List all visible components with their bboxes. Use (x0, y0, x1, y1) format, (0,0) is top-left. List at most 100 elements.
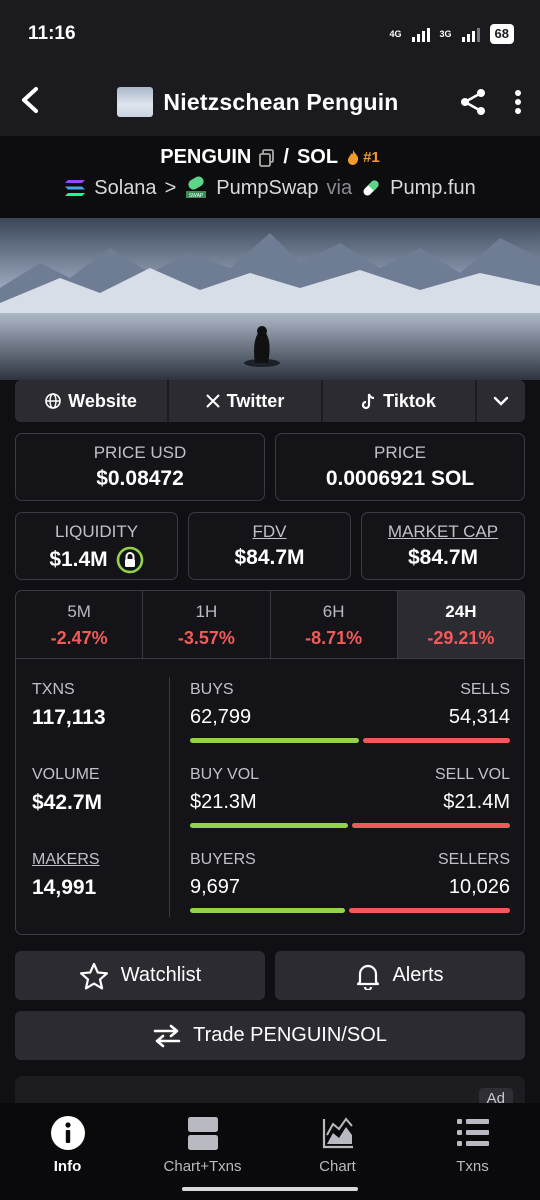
txns-label: TXNS (32, 681, 75, 698)
liquidity-value: $1.4M (49, 548, 108, 571)
area-chart-icon (322, 1117, 353, 1149)
more-options-icon[interactable] (514, 89, 522, 115)
sellers-label: SELLERS (437, 851, 510, 868)
status-bar: 11:16 4G 3G 68 (0, 0, 540, 68)
trade-button[interactable]: Trade PENGUIN/SOL (15, 1011, 525, 1060)
nav-label: Txns (456, 1158, 489, 1175)
app-header: Nietzschean Penguin (0, 68, 540, 136)
chevron-right-icon: > (164, 176, 177, 199)
trade-label: Trade PENGUIN/SOL (193, 1024, 387, 1046)
via-label: via (326, 176, 353, 199)
buyers-label: BUYERS (190, 851, 256, 868)
x-logo-icon (205, 394, 220, 408)
price-usd-card: PRICE USD $0.08472 (15, 433, 265, 501)
alerts-button[interactable]: Alerts (275, 951, 525, 1000)
sell-vol-label: SELL VOL (434, 766, 510, 783)
nav-txns[interactable]: Txns (405, 1103, 540, 1200)
tab-change: -8.71% (305, 628, 363, 648)
back-icon[interactable] (18, 86, 42, 114)
tab-label: 5M (67, 602, 91, 621)
price-native-value: 0.0006921 SOL (325, 467, 475, 490)
chain-link[interactable]: Solana (94, 177, 156, 200)
pumpswap-icon: SWAP (186, 176, 207, 199)
buy-share-fill (190, 823, 348, 828)
fdv-value: $84.7M (234, 546, 305, 569)
sell-share-fill (351, 823, 510, 828)
sell-vol-value: $21.4M (443, 791, 510, 813)
tab-label: 24H (445, 602, 477, 621)
more-links-button[interactable] (477, 380, 525, 422)
price-native-card: PRICE 0.0006921 SOL (275, 433, 525, 501)
watchlist-label: Watchlist (120, 964, 202, 986)
status-icons: 4G 3G 68 (390, 24, 514, 44)
txns-row: TXNS 117,113 BUYS SELLS 62,799 54,314 (16, 681, 524, 766)
launchpad-link[interactable]: Pump.fun (390, 177, 476, 200)
tab-6h[interactable]: 6H -8.71% (271, 591, 398, 658)
tab-5m[interactable]: 5M -2.47% (16, 591, 144, 658)
twitter-label: Twitter (226, 390, 285, 411)
sell-share-fill (349, 908, 510, 913)
svg-text:SWAP: SWAP (189, 193, 204, 199)
nav-label: Chart (319, 1158, 356, 1175)
quote-token-symbol: SOL (296, 146, 339, 168)
pair-separator: / (283, 146, 289, 168)
fdv-card: FDV $84.7M (188, 512, 351, 580)
tiktok-button[interactable]: Tiktok (323, 380, 477, 422)
liquidity-label: LIQUIDITY (54, 522, 139, 541)
market-cap-label[interactable]: MARKET CAP (362, 522, 524, 542)
list-icon (456, 1119, 489, 1146)
website-button[interactable]: Website (15, 380, 169, 422)
sellers-value: 10,026 (448, 876, 510, 898)
tab-label: 1H (195, 602, 218, 621)
makers-label[interactable]: MAKERS (32, 851, 100, 869)
tab-24h[interactable]: 24H -29.21% (397, 591, 524, 658)
tab-change: -29.21% (427, 628, 495, 648)
page-title: Nietzschean Penguin (163, 88, 399, 115)
signal-icon-2 (461, 26, 480, 42)
token-thumbnail (117, 87, 154, 117)
fdv-label[interactable]: FDV (189, 522, 350, 542)
solana-icon (65, 180, 86, 196)
copy-icon[interactable] (259, 148, 275, 167)
dex-link[interactable]: PumpSwap (216, 177, 318, 200)
token-banner-image (0, 218, 540, 380)
pair-info: PENGUIN / SOL #1 Solana > SWAP PumpSwap … (0, 136, 540, 218)
base-token-symbol: PENGUIN (160, 146, 252, 168)
txns-value: 117,113 (32, 706, 106, 729)
split-view-icon (187, 1117, 218, 1150)
tab-1h[interactable]: 1H -3.57% (143, 591, 271, 658)
watchlist-button[interactable]: Watchlist (15, 951, 265, 1000)
price-usd-value: $0.08472 (96, 467, 184, 490)
lock-icon[interactable] (116, 546, 144, 574)
alerts-label: Alerts (392, 964, 444, 986)
twitter-button[interactable]: Twitter (169, 380, 323, 422)
buy-share-fill (190, 738, 360, 743)
timeframe-tabs: 5M -2.47% 1H -3.57% 6H -8.71% 24H -29.21… (16, 591, 524, 659)
pumpfun-icon (363, 180, 379, 196)
stats-panel: 5M -2.47% 1H -3.57% 6H -8.71% 24H -29.21… (15, 590, 525, 935)
volume-row: VOLUME $42.7M BUY VOL SELL VOL $21.3M $21.… (16, 766, 524, 851)
nav-info[interactable]: Info (0, 1103, 135, 1200)
buy-sell-ratio-bar (190, 738, 510, 743)
price-native-label: PRICE (374, 443, 426, 462)
buy-share-fill (190, 908, 346, 913)
share-icon[interactable] (458, 87, 488, 117)
bell-icon (357, 964, 380, 990)
volume-label: VOLUME (32, 766, 100, 783)
nav-chart[interactable]: Chart (270, 1103, 405, 1200)
battery-icon: 68 (489, 24, 514, 44)
volume-value: $42.7M (32, 791, 103, 814)
buyers-sellers-bar (190, 908, 510, 913)
sell-share-fill (363, 738, 510, 743)
home-indicator (182, 1187, 358, 1191)
sells-label: SELLS (460, 681, 510, 698)
buyers-value: 9,697 (190, 876, 241, 898)
tiktok-label: Tiktok (383, 390, 436, 411)
network-3g-label: 3G (439, 29, 452, 39)
liquidity-card: LIQUIDITY $1.4M (15, 512, 178, 580)
rank-value: #1 (363, 149, 380, 166)
swap-arrows-icon (153, 1024, 181, 1047)
trending-rank[interactable]: #1 (346, 149, 380, 166)
info-icon (50, 1116, 85, 1150)
nav-chart-txns[interactable]: Chart+Txns (135, 1103, 270, 1200)
